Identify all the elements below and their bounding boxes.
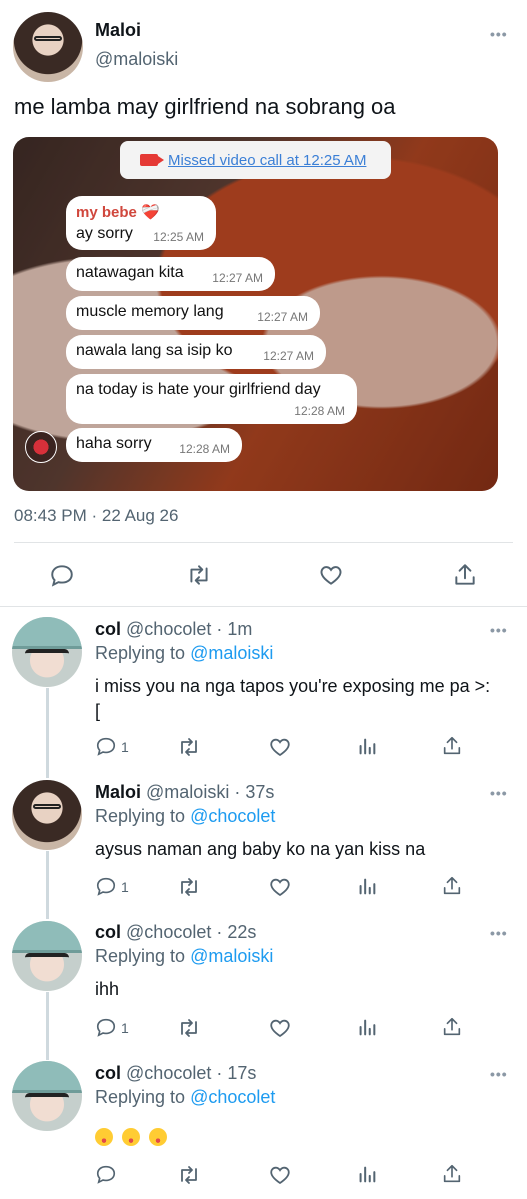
more-icon[interactable]: ••• bbox=[490, 622, 508, 638]
chat-time: 12:28 AM bbox=[294, 404, 345, 418]
retweet-icon[interactable] bbox=[177, 1163, 201, 1187]
chat-bubble: my bebe ❤️‍🩹 ay sorry 12:25 AM bbox=[66, 196, 216, 250]
chat-message: ay sorry bbox=[76, 225, 133, 242]
reply-text bbox=[95, 1124, 495, 1149]
reply-text: ihh bbox=[95, 979, 120, 999]
reply-avatar[interactable] bbox=[12, 921, 82, 991]
replying-to-label: Replying to bbox=[95, 946, 186, 966]
chat-time: 12:25 AM bbox=[153, 230, 204, 244]
replying-to-label: Replying to bbox=[95, 806, 186, 826]
chat-time: 12:27 AM bbox=[263, 349, 314, 363]
share-icon[interactable] bbox=[441, 1163, 463, 1185]
retweet-icon[interactable] bbox=[177, 1016, 201, 1040]
share-icon[interactable] bbox=[441, 875, 463, 897]
reply-author-name[interactable]: Maloi bbox=[95, 782, 141, 802]
analytics-icon[interactable] bbox=[356, 735, 378, 757]
missed-call-notice: Missed video call at 12:25 AM bbox=[120, 141, 391, 179]
chat-message: nawala lang sa isip ko bbox=[76, 342, 233, 359]
retweet-icon[interactable] bbox=[186, 562, 212, 588]
chat-time: 12:27 AM bbox=[212, 271, 263, 285]
reply-author-handle[interactable]: @chocolet · 17s bbox=[126, 1063, 256, 1083]
main-tweet: Maloi @maloiski ••• me lamba may girlfri… bbox=[0, 0, 527, 607]
chat-bubble: nawala lang sa isip ko 12:27 AM bbox=[66, 335, 326, 369]
missed-call-text: Missed video call at 12:25 AM bbox=[168, 151, 367, 169]
reply-text: aysus naman ang baby ko na yan kiss na bbox=[95, 839, 426, 859]
kissing-face-emoji bbox=[149, 1128, 167, 1147]
tweet-media[interactable]: Missed video call at 12:25 AM my bebe ❤️… bbox=[13, 137, 498, 491]
like-icon[interactable] bbox=[268, 875, 292, 899]
reply-icon[interactable] bbox=[95, 735, 117, 757]
chat-bubble: muscle memory lang 12:27 AM bbox=[66, 296, 320, 330]
chat-bubble: haha sorry 12:28 AM bbox=[66, 428, 242, 462]
chat-message: natawagan kita bbox=[76, 264, 184, 281]
reply-count: 1 bbox=[121, 739, 129, 755]
share-icon[interactable] bbox=[441, 1016, 463, 1038]
like-icon[interactable] bbox=[268, 1163, 292, 1187]
reply-avatar[interactable] bbox=[12, 780, 82, 850]
like-icon[interactable] bbox=[268, 735, 292, 759]
reply-text: i miss you na nga tapos you're exposing … bbox=[95, 676, 491, 721]
like-icon[interactable] bbox=[268, 1016, 292, 1040]
chat-message: muscle memory lang bbox=[76, 303, 224, 320]
chat-bubble: natawagan kita 12:27 AM bbox=[66, 257, 275, 291]
chat-time: 12:28 AM bbox=[179, 442, 230, 456]
retweet-icon[interactable] bbox=[177, 735, 201, 759]
thread-line bbox=[46, 851, 49, 919]
kissing-face-emoji bbox=[122, 1128, 140, 1147]
divider bbox=[0, 606, 527, 607]
reply-author-name[interactable]: col bbox=[95, 1063, 121, 1083]
replying-to-link[interactable]: @chocolet bbox=[190, 806, 275, 826]
kissing-face-emoji bbox=[95, 1128, 113, 1147]
reply-author-handle[interactable]: @chocolet · 1m bbox=[126, 619, 252, 639]
author-avatar[interactable] bbox=[13, 12, 83, 82]
chat-sender-avatar bbox=[25, 431, 57, 463]
thread-line bbox=[46, 688, 49, 778]
author-name[interactable]: Maloi bbox=[95, 20, 141, 41]
reply-icon[interactable] bbox=[49, 562, 75, 588]
reply-count: 1 bbox=[121, 879, 129, 895]
chat-bubble: na today is hate your girlfriend day 12:… bbox=[66, 374, 357, 424]
reply-icon[interactable] bbox=[95, 875, 117, 897]
chat-message: haha sorry bbox=[76, 435, 152, 452]
share-icon[interactable] bbox=[441, 735, 463, 757]
analytics-icon[interactable] bbox=[356, 875, 378, 897]
divider bbox=[14, 542, 513, 543]
replying-to-link[interactable]: @chocolet bbox=[190, 1087, 275, 1107]
thread-line bbox=[46, 992, 49, 1060]
replying-to-link[interactable]: @maloiski bbox=[190, 643, 273, 663]
chat-sender-name: my bebe ❤️‍🩹 bbox=[76, 204, 160, 221]
retweet-icon[interactable] bbox=[177, 875, 201, 899]
reply-icon[interactable] bbox=[95, 1016, 117, 1038]
tweet-text: me lamba may girlfriend na sobrang oa bbox=[14, 94, 396, 119]
more-icon[interactable]: ••• bbox=[490, 925, 508, 941]
reply-count: 1 bbox=[121, 1020, 129, 1036]
analytics-icon[interactable] bbox=[356, 1163, 378, 1185]
chat-message: na today is hate your girlfriend day bbox=[76, 381, 321, 398]
author-handle[interactable]: @maloiski bbox=[95, 49, 178, 70]
reply-avatar[interactable] bbox=[12, 1061, 82, 1131]
share-icon[interactable] bbox=[452, 562, 478, 588]
analytics-icon[interactable] bbox=[356, 1016, 378, 1038]
replying-to-label: Replying to bbox=[95, 643, 186, 663]
video-camera-icon bbox=[140, 154, 164, 166]
like-icon[interactable] bbox=[318, 562, 344, 588]
reply-icon[interactable] bbox=[95, 1163, 117, 1185]
reply-avatar[interactable] bbox=[12, 617, 82, 687]
more-icon[interactable]: ••• bbox=[490, 785, 508, 801]
tweet-timestamp[interactable]: 08:43 PM · 22 Aug 26 bbox=[14, 506, 178, 526]
reply-author-handle[interactable]: @chocolet · 22s bbox=[126, 922, 256, 942]
reply-author-handle[interactable]: @maloiski · 37s bbox=[146, 782, 274, 802]
reply-author-name[interactable]: col bbox=[95, 619, 121, 639]
reply-author-name[interactable]: col bbox=[95, 922, 121, 942]
replying-to-label: Replying to bbox=[95, 1087, 186, 1107]
more-icon[interactable]: ••• bbox=[490, 1066, 508, 1082]
replying-to-link[interactable]: @maloiski bbox=[190, 946, 273, 966]
chat-time: 12:27 AM bbox=[257, 310, 308, 324]
more-icon[interactable]: ••• bbox=[490, 26, 508, 42]
